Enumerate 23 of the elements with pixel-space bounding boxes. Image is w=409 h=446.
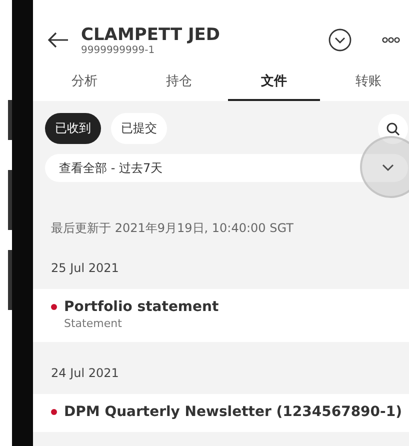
tab[interactable]: 转账 (322, 66, 409, 101)
document-item[interactable]: Portfolio statement Statement (33, 289, 409, 342)
date-heading: 25 Jul 2021 (50, 260, 120, 277)
account-number: 9999999999-1 (81, 44, 156, 56)
tab[interactable]: 分析 (38, 66, 130, 101)
document-type: Statement (64, 317, 123, 330)
search-icon (386, 122, 400, 136)
filter-chip[interactable]: 已收到 (45, 113, 101, 144)
touch-indicator (360, 136, 409, 198)
document-title: DPM Quarterly Newsletter (1234567890-1) (64, 404, 402, 420)
period-dropdown[interactable]: 查看全部 - 过去7天 (45, 154, 408, 182)
chevron-circle-icon[interactable] (328, 28, 352, 52)
chevron-down-icon (382, 164, 394, 172)
back-arrow-icon[interactable] (47, 32, 69, 48)
tab[interactable]: 持仓 (133, 66, 226, 101)
document-item[interactable]: DPM Quarterly Newsletter (1234567890-1) (33, 394, 409, 432)
more-icon[interactable] (382, 37, 400, 43)
document-title: Portfolio statement (64, 299, 219, 315)
client-name: CLAMPETT JED (81, 24, 222, 44)
search-button[interactable] (378, 114, 408, 144)
filter-chip[interactable]: 已提交 (111, 113, 167, 144)
date-heading: 24 Jul 2021 (50, 365, 120, 382)
last-updated-text: 最后更新于 2021年9月19日, 10:40:00 SGT (50, 220, 294, 237)
